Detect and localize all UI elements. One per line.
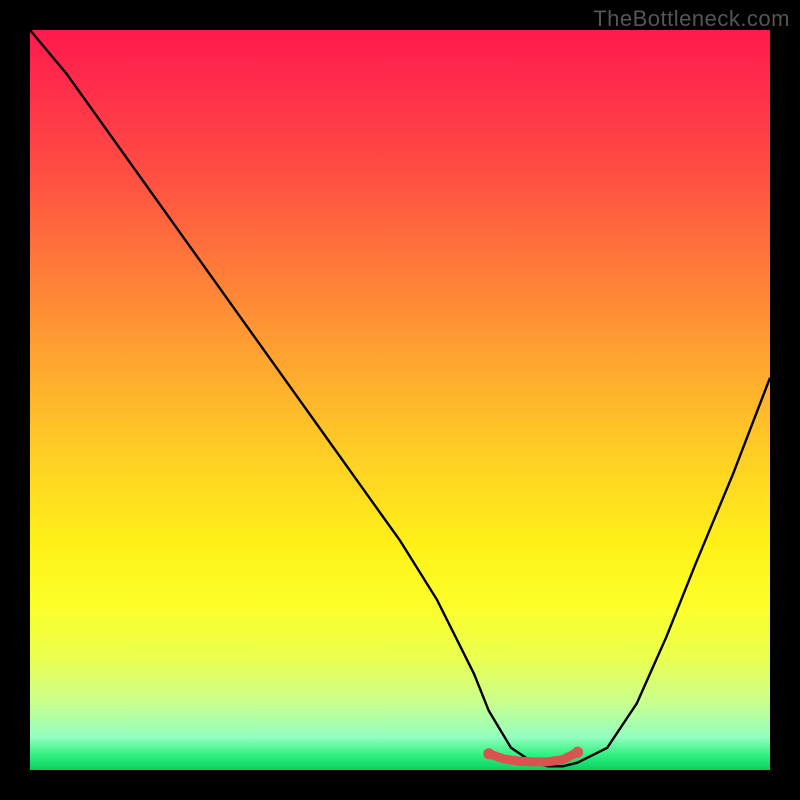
optimal-range-end-dot (572, 747, 583, 758)
watermark-text: TheBottleneck.com (593, 6, 790, 32)
plot-area (30, 30, 770, 770)
curve-overlay (30, 30, 770, 770)
optimal-range-start-dot (483, 748, 494, 759)
optimal-range-marker-path (489, 752, 578, 762)
bottleneck-curve-path (30, 30, 770, 766)
chart-stage: TheBottleneck.com (0, 0, 800, 800)
